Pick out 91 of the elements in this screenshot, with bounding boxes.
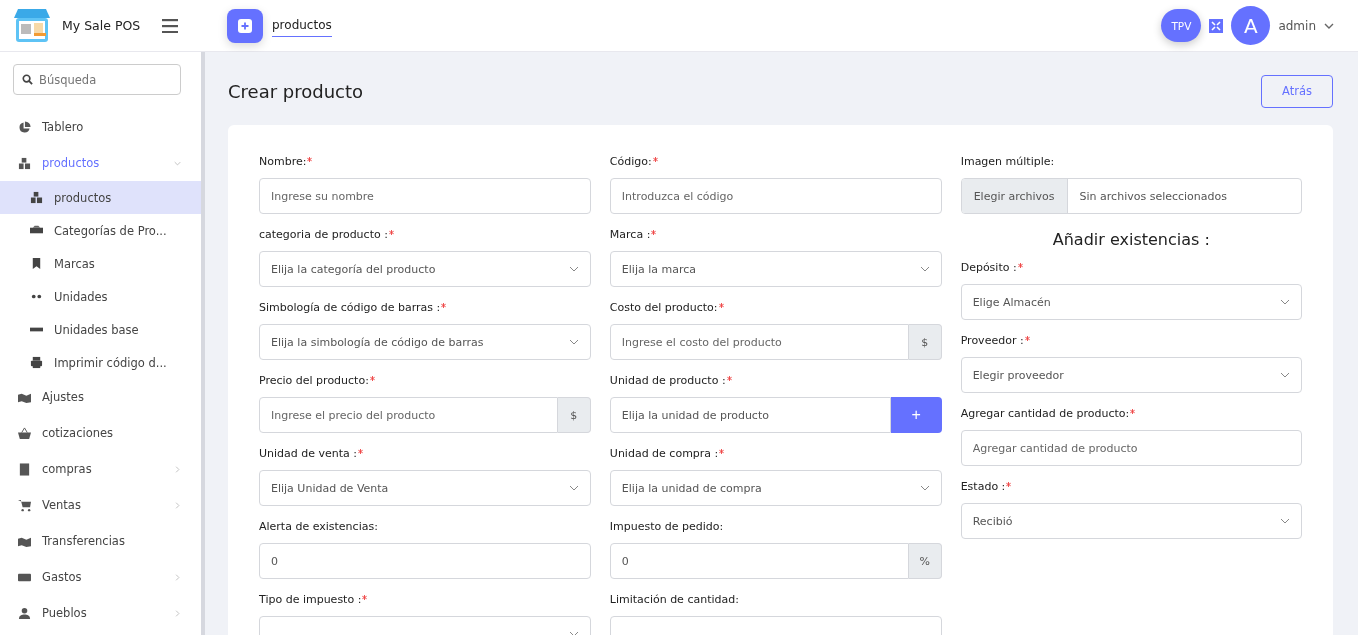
field-label: Agregar cantidad de producto: xyxy=(960,407,1130,420)
field-label: Unidad de venta : xyxy=(259,447,358,460)
field-label: Marca : xyxy=(609,228,651,241)
menu-item-icon xyxy=(30,257,43,270)
input-addon: $ xyxy=(908,324,942,360)
chevron-down-icon[interactable] xyxy=(1324,22,1334,29)
sidebar-subitem[interactable]: Unidades base xyxy=(0,313,201,346)
field-label: Nombre: xyxy=(259,155,307,168)
add-unit-button[interactable]: + xyxy=(890,397,942,433)
select-field[interactable]: Elegir proveedor xyxy=(960,357,1302,393)
field-label: Simbología de código de barras : xyxy=(259,301,441,314)
input-field[interactable]: 0 xyxy=(259,543,591,579)
sidebar-item[interactable]: Pueblos xyxy=(0,595,201,631)
sidebar-item[interactable]: Ventas xyxy=(0,487,201,523)
sidebar-subitem[interactable]: Marcas xyxy=(0,247,201,280)
select-field[interactable]: Elija Unidad de Venta xyxy=(259,470,591,506)
menu-item-icon xyxy=(30,191,43,204)
plus-icon xyxy=(238,18,252,33)
page-tab[interactable]: productos xyxy=(272,14,332,37)
field-label: Precio del producto: xyxy=(259,374,369,387)
add-button[interactable] xyxy=(227,8,263,43)
chevron-down-icon xyxy=(1280,299,1290,305)
menu-item-icon xyxy=(18,426,31,440)
field-label: Impuesto de pedido: xyxy=(609,520,724,533)
field-label: Costo del producto: xyxy=(609,301,718,314)
chevron-down-icon xyxy=(919,485,930,491)
field-label: categoria de producto : xyxy=(259,228,388,241)
section-heading: Añadir existencias : xyxy=(1051,230,1211,249)
user-avatar[interactable]: A xyxy=(1231,6,1271,45)
input-field[interactable]: Ingrese el costo del producto xyxy=(609,324,909,360)
select-field[interactable]: Elija la unidad de compra xyxy=(609,470,942,506)
menu-item-icon xyxy=(18,606,31,620)
field-label: Limitación de cantidad: xyxy=(609,593,739,606)
chevron-down-icon xyxy=(568,339,579,345)
sidebar-subitem[interactable]: Categorías de Pro... xyxy=(0,214,201,247)
sidebar-item[interactable]: cotizaciones xyxy=(0,415,201,451)
menu-item-icon xyxy=(18,120,31,134)
chevron-down-icon xyxy=(568,266,579,272)
sidebar-subitem[interactable]: Unidades xyxy=(0,280,201,313)
field-label: Depósito : xyxy=(960,261,1017,274)
user-name[interactable]: admin xyxy=(1278,18,1316,33)
field-label: Unidad de producto : xyxy=(609,374,726,387)
chevron-down-icon xyxy=(919,266,930,272)
sidebar-item[interactable]: Gastos xyxy=(0,559,201,595)
search-icon xyxy=(22,74,33,85)
search-field[interactable]: Búsqueda xyxy=(13,64,181,95)
field-label: Alerta de existencias: xyxy=(259,520,378,533)
input-field[interactable]: Introduzca el código xyxy=(609,178,942,214)
input-addon: % xyxy=(908,543,942,579)
sidebar-item[interactable]: Ajustes xyxy=(0,379,201,415)
sidebar-subitem[interactable]: productos xyxy=(0,181,201,214)
input-field[interactable]: 0 xyxy=(609,543,909,579)
input-field[interactable]: Ingrese el precio del producto xyxy=(259,397,558,433)
select-field[interactable]: Elija la marca xyxy=(609,251,942,287)
menu-item-icon xyxy=(18,156,31,170)
file-field[interactable]: Elegir archivos Sin archivos seleccionados xyxy=(960,178,1302,214)
chevron-down-icon xyxy=(1280,518,1290,524)
sidebar-subitem[interactable]: Imprimir código d... xyxy=(0,346,201,379)
pos-button[interactable]: TPV xyxy=(1161,9,1202,42)
select-field[interactable]: Elija la simbología de código de barras xyxy=(259,324,591,360)
back-button[interactable]: Atrás xyxy=(1261,74,1333,108)
field-label: Tipo de impuesto : xyxy=(259,593,362,606)
chevron-down-icon xyxy=(568,485,579,491)
select-field[interactable]: Elige Almacén xyxy=(960,284,1302,320)
app-name: My Sale POS xyxy=(62,18,141,33)
field-label: Proveedor : xyxy=(960,334,1024,347)
sidebar-item[interactable]: Tablero xyxy=(0,109,201,145)
field-label: Código: xyxy=(609,155,652,168)
sidebar-item[interactable]: Transferencias xyxy=(0,523,201,559)
field-label: Unidad de compra : xyxy=(609,447,719,460)
field-label: Estado : xyxy=(960,480,1006,493)
menu-item-icon xyxy=(18,462,31,476)
select-field[interactable]: Recibió xyxy=(960,503,1302,539)
sidebar-item[interactable]: compras xyxy=(0,451,201,487)
select-field[interactable]: Elija la categoría del producto xyxy=(259,251,591,287)
fullscreen-icon[interactable] xyxy=(1209,18,1224,33)
input-field[interactable]: Agregar cantidad de producto xyxy=(960,430,1302,466)
chevron-down-icon xyxy=(1280,372,1290,378)
select-field[interactable]: Elija la unidad de producto xyxy=(609,397,891,433)
sidebar-item[interactable]: productos xyxy=(0,145,201,181)
menu-icon[interactable] xyxy=(162,18,179,33)
choose-files-button[interactable]: Elegir archivos xyxy=(961,179,1068,213)
input-addon: $ xyxy=(557,397,591,433)
menu-item-icon xyxy=(30,356,43,369)
field-label: Imagen múltiple: xyxy=(960,155,1055,168)
menu-item-icon xyxy=(18,498,31,512)
store-logo-icon xyxy=(12,7,52,44)
input-field[interactable]: Ingrese su nombre xyxy=(259,178,591,214)
page-title: Crear producto xyxy=(228,80,364,102)
chevron-down-icon xyxy=(568,631,579,635)
file-status: Sin archivos seleccionados xyxy=(1078,189,1227,203)
